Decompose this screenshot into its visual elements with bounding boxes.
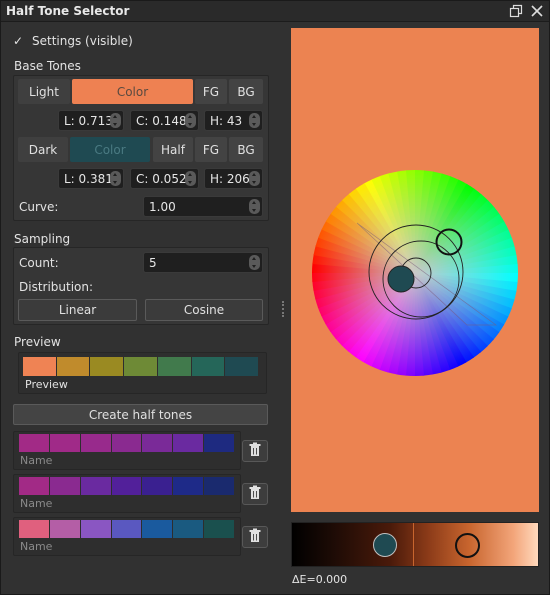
palette-swatch[interactable] [173, 520, 204, 538]
palette-swatch[interactable] [80, 477, 111, 495]
trash-icon [249, 442, 261, 456]
splitter-handle[interactable] [282, 301, 284, 317]
light-bg-button[interactable]: BG [229, 79, 263, 104]
spin-arrows-icon[interactable] [249, 113, 260, 128]
palette-swatch[interactable] [173, 434, 204, 452]
spin-arrows-icon[interactable] [185, 113, 196, 128]
preview-swatch [124, 357, 157, 376]
palette-swatch[interactable] [111, 434, 142, 452]
dark-half-button[interactable]: Half [153, 137, 193, 162]
dark-l-spinbox[interactable]: L: 0.381 [58, 168, 124, 189]
dark-c-spinbox[interactable]: C: 0.052 [130, 168, 199, 189]
curve-label: Curve: [19, 200, 59, 214]
palette-swatch-strip [19, 477, 235, 495]
light-label: Light [18, 79, 70, 104]
dark-bg-button[interactable]: BG [229, 137, 263, 162]
lightness-bar[interactable] [291, 522, 539, 567]
spin-arrows-icon[interactable] [185, 171, 196, 186]
preview-swatch [56, 357, 90, 376]
count-label: Count: [19, 256, 59, 270]
curve-spinbox[interactable]: 1.00 [143, 196, 263, 217]
dark-fg-button[interactable]: FG [195, 137, 227, 162]
light-lightness-handle[interactable] [455, 533, 480, 558]
palette-name-field[interactable]: Name [20, 540, 52, 553]
palette-swatch-strip [19, 520, 235, 538]
palette-swatch[interactable] [173, 477, 204, 495]
spin-arrows-icon[interactable] [110, 171, 121, 186]
dark-lightness-handle[interactable] [373, 533, 397, 557]
linear-button[interactable]: Linear [18, 299, 137, 321]
sampling-heading: Sampling [14, 232, 71, 246]
spin-arrows-icon[interactable] [249, 199, 260, 214]
preview-swatch [90, 357, 124, 376]
palette-swatch[interactable] [19, 434, 49, 452]
delete-palette-button[interactable] [242, 483, 268, 505]
count-spinbox[interactable]: 5 [143, 252, 263, 273]
lightness-marker-line [413, 523, 414, 566]
palette-swatch[interactable] [80, 434, 111, 452]
title-bar: Half Tone Selector [1, 1, 549, 22]
window-title: Half Tone Selector [6, 4, 130, 18]
palette-swatch[interactable] [204, 477, 234, 495]
palette-swatch[interactable] [111, 477, 142, 495]
wheel-center-fade [312, 170, 518, 376]
preview-swatch [157, 357, 191, 376]
palette-swatch[interactable] [204, 520, 234, 538]
palette-swatch[interactable] [19, 520, 49, 538]
palette-swatch[interactable] [142, 434, 173, 452]
palette-swatch[interactable] [80, 520, 111, 538]
dark-tone-handle[interactable] [387, 265, 415, 293]
base-tones-heading: Base Tones [14, 59, 81, 73]
preview-swatch-strip [23, 357, 259, 376]
spin-arrows-icon[interactable] [249, 255, 260, 270]
preview-swatch [225, 357, 258, 376]
preview-caption: Preview [25, 378, 68, 391]
palette-swatch[interactable] [111, 520, 142, 538]
palette-swatch[interactable] [49, 520, 80, 538]
spin-arrows-icon[interactable] [249, 171, 260, 186]
light-l-spinbox[interactable]: L: 0.713 [58, 110, 124, 131]
palette-name-field[interactable]: Name [20, 497, 52, 510]
preview-swatch [23, 357, 56, 376]
settings-check-icon[interactable]: ✓ [13, 34, 23, 48]
delete-palette-button[interactable] [242, 526, 268, 548]
palette-swatch[interactable] [142, 477, 173, 495]
cosine-button[interactable]: Cosine [145, 299, 263, 321]
distribution-label: Distribution: [19, 280, 94, 294]
light-c-spinbox[interactable]: C: 0.148 [130, 110, 199, 131]
preview-swatch [191, 357, 225, 376]
light-fg-button[interactable]: FG [195, 79, 227, 104]
float-window-icon[interactable] [509, 4, 523, 18]
close-icon[interactable] [530, 4, 544, 18]
light-color-button[interactable]: Color [72, 79, 193, 104]
trash-icon [249, 485, 261, 499]
settings-toggle-label[interactable]: Settings (visible) [32, 34, 133, 48]
palette-swatch[interactable] [19, 477, 49, 495]
spin-arrows-icon[interactable] [110, 113, 121, 128]
palette-swatch[interactable] [204, 434, 234, 452]
delete-palette-button[interactable] [242, 440, 268, 462]
palette-name-field[interactable]: Name [20, 454, 52, 467]
light-h-spinbox[interactable]: H: 43 [204, 110, 263, 131]
palette-swatch[interactable] [49, 434, 80, 452]
palette-swatch-strip [19, 434, 235, 452]
half-tone-selector-window: Half Tone Selector ✓ Settings (visible) … [0, 0, 550, 595]
preview-heading: Preview [14, 335, 61, 349]
dark-color-button[interactable]: Color [70, 137, 150, 162]
color-wheel-canvas[interactable] [291, 28, 539, 512]
delta-e-readout: ΔE=0.000 [292, 573, 348, 586]
trash-icon [249, 528, 261, 542]
dark-label: Dark [18, 137, 68, 162]
create-half-tones-button[interactable]: Create half tones [13, 404, 268, 425]
palette-swatch[interactable] [142, 520, 173, 538]
dark-h-spinbox[interactable]: H: 206 [204, 168, 263, 189]
palette-swatch[interactable] [49, 477, 80, 495]
